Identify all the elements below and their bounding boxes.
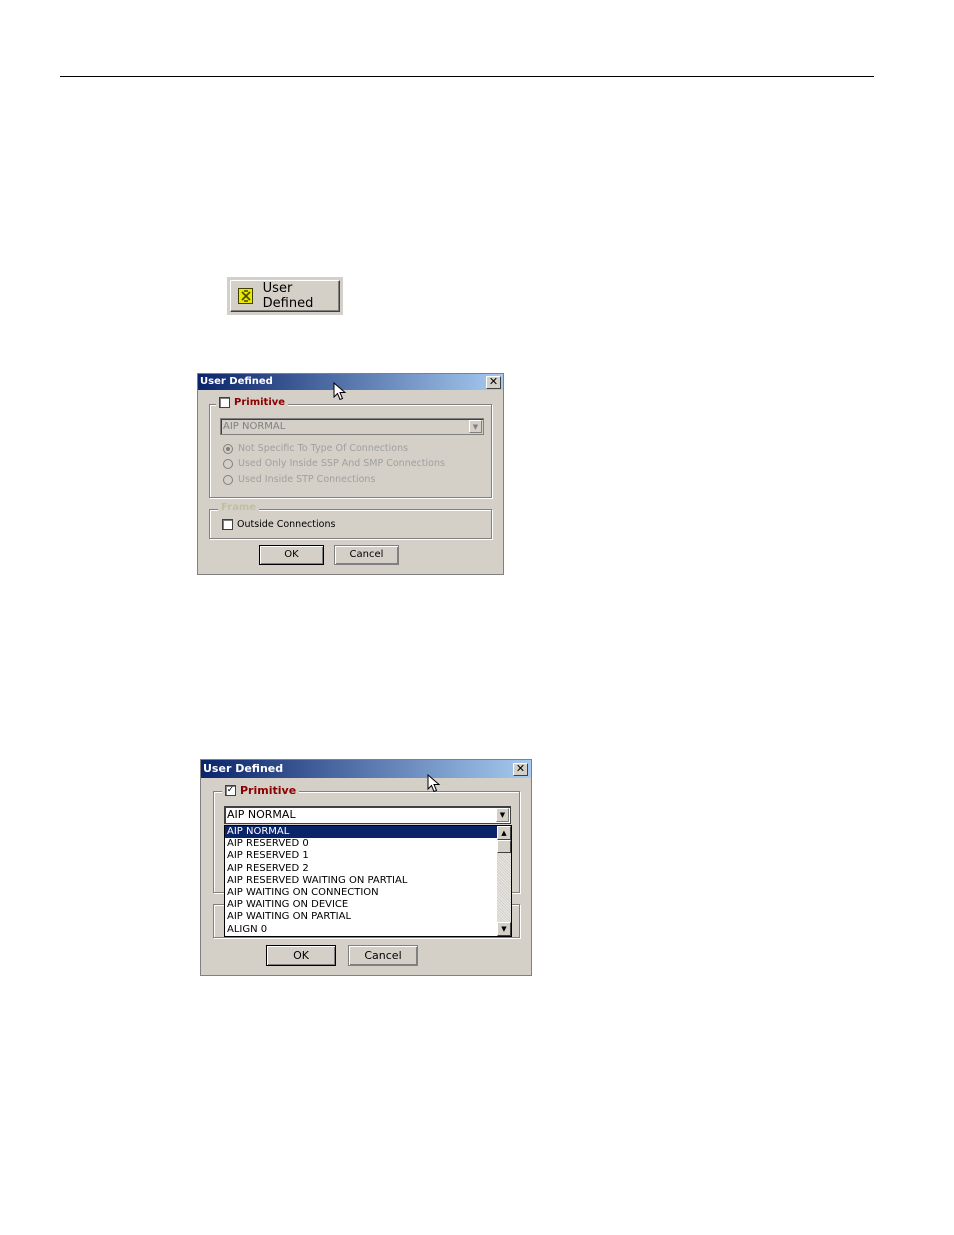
primitive-label: Primitive — [240, 784, 297, 797]
user-defined-icon — [238, 288, 253, 304]
frame-group: Frame Outside Connections — [209, 502, 492, 539]
ok-button[interactable]: OK — [259, 545, 324, 565]
primitive-checkbox[interactable] — [219, 397, 230, 408]
primitive-select[interactable]: AIP NORMAL ▼ — [220, 418, 484, 435]
radio-label: Used Inside STP Connections — [238, 474, 376, 485]
primitive-dropdown-list[interactable]: AIP NORMAL AIP RESERVED 0 AIP RESERVED 1… — [224, 825, 512, 937]
frame-label: Frame — [221, 502, 257, 513]
close-icon[interactable]: ✕ — [486, 376, 501, 389]
radio-label: Used Only Inside SSP And SMP Connections — [238, 458, 445, 469]
radio-not-specific[interactable]: Not Specific To Type Of Connections — [223, 443, 408, 454]
dialog-titlebar[interactable]: User Defined ✕ — [198, 374, 503, 390]
dialog-titlebar[interactable]: User Defined ✕ — [201, 760, 531, 778]
list-item[interactable]: AIP RESERVED 1 — [225, 850, 511, 862]
dialog-title: User Defined — [200, 376, 273, 387]
radio-button[interactable] — [223, 458, 233, 469]
outside-connections-label: Outside Connections — [237, 519, 336, 530]
radio-button[interactable] — [223, 474, 233, 485]
list-item[interactable]: AIP RESERVED WAITING ON PARTIAL — [225, 875, 511, 887]
list-item[interactable]: AIP RESERVED 0 — [225, 838, 511, 850]
user-defined-toolbar-button[interactable]: User Defined — [227, 277, 343, 315]
list-item[interactable]: ALIGN 0 — [225, 924, 511, 936]
mouse-pointer-icon — [427, 774, 441, 793]
primitive-select-value: AIP NORMAL — [223, 421, 286, 432]
list-item[interactable]: AIP NORMAL — [225, 826, 511, 839]
primitive-select-value: AIP NORMAL — [227, 808, 296, 821]
dialog-title: User Defined — [203, 762, 284, 775]
primitive-group: Primitive AIP NORMAL ▼ Not Specific To T… — [209, 397, 492, 498]
scroll-down-icon[interactable]: ▼ — [497, 922, 511, 936]
user-defined-button-label: User Defined — [262, 281, 314, 311]
list-item[interactable]: AIP RESERVED 2 — [225, 863, 511, 875]
user-defined-dialog: User Defined ✕ Primitive AIP NORMAL ▼ No… — [197, 373, 504, 575]
radio-stp[interactable]: Used Inside STP Connections — [223, 474, 375, 485]
scroll-up-icon[interactable]: ▲ — [497, 826, 511, 840]
radio-label: Not Specific To Type Of Connections — [238, 443, 409, 454]
frame-legend: Frame — [218, 502, 260, 513]
list-scrollbar[interactable]: ▲ ▼ — [497, 826, 511, 936]
list-item[interactable]: AIP WAITING ON CONNECTION — [225, 887, 511, 899]
primitive-checkbox[interactable]: ✓ — [225, 785, 236, 796]
outside-connections-checkbox[interactable] — [222, 519, 233, 530]
close-icon[interactable]: ✕ — [513, 763, 528, 776]
ok-button[interactable]: OK — [266, 945, 336, 966]
radio-ssp-smp[interactable]: Used Only Inside SSP And SMP Connections — [223, 458, 445, 469]
list-item[interactable]: AIP WAITING ON PARTIAL — [225, 911, 511, 923]
list-item[interactable]: AIP WAITING ON DEVICE — [225, 899, 511, 911]
scrollbar-thumb[interactable] — [497, 840, 511, 853]
primitive-legend: ✓ Primitive — [222, 784, 300, 797]
user-defined-dialog-expanded: User Defined ✕ ✓ Primitive AIP NORMAL ▼ … — [200, 759, 532, 976]
cancel-button[interactable]: Cancel — [334, 545, 399, 565]
chevron-down-icon[interactable]: ▼ — [496, 808, 509, 822]
page-header-rule — [60, 76, 874, 77]
chevron-down-icon[interactable]: ▼ — [469, 420, 482, 433]
primitive-select[interactable]: AIP NORMAL ▼ — [224, 806, 511, 824]
radio-button[interactable] — [223, 443, 233, 454]
outside-connections-row[interactable]: Outside Connections — [222, 519, 335, 530]
primitive-label: Primitive — [234, 397, 286, 408]
cancel-button[interactable]: Cancel — [348, 945, 418, 966]
primitive-legend: Primitive — [216, 397, 289, 408]
mouse-pointer-icon — [333, 382, 347, 401]
